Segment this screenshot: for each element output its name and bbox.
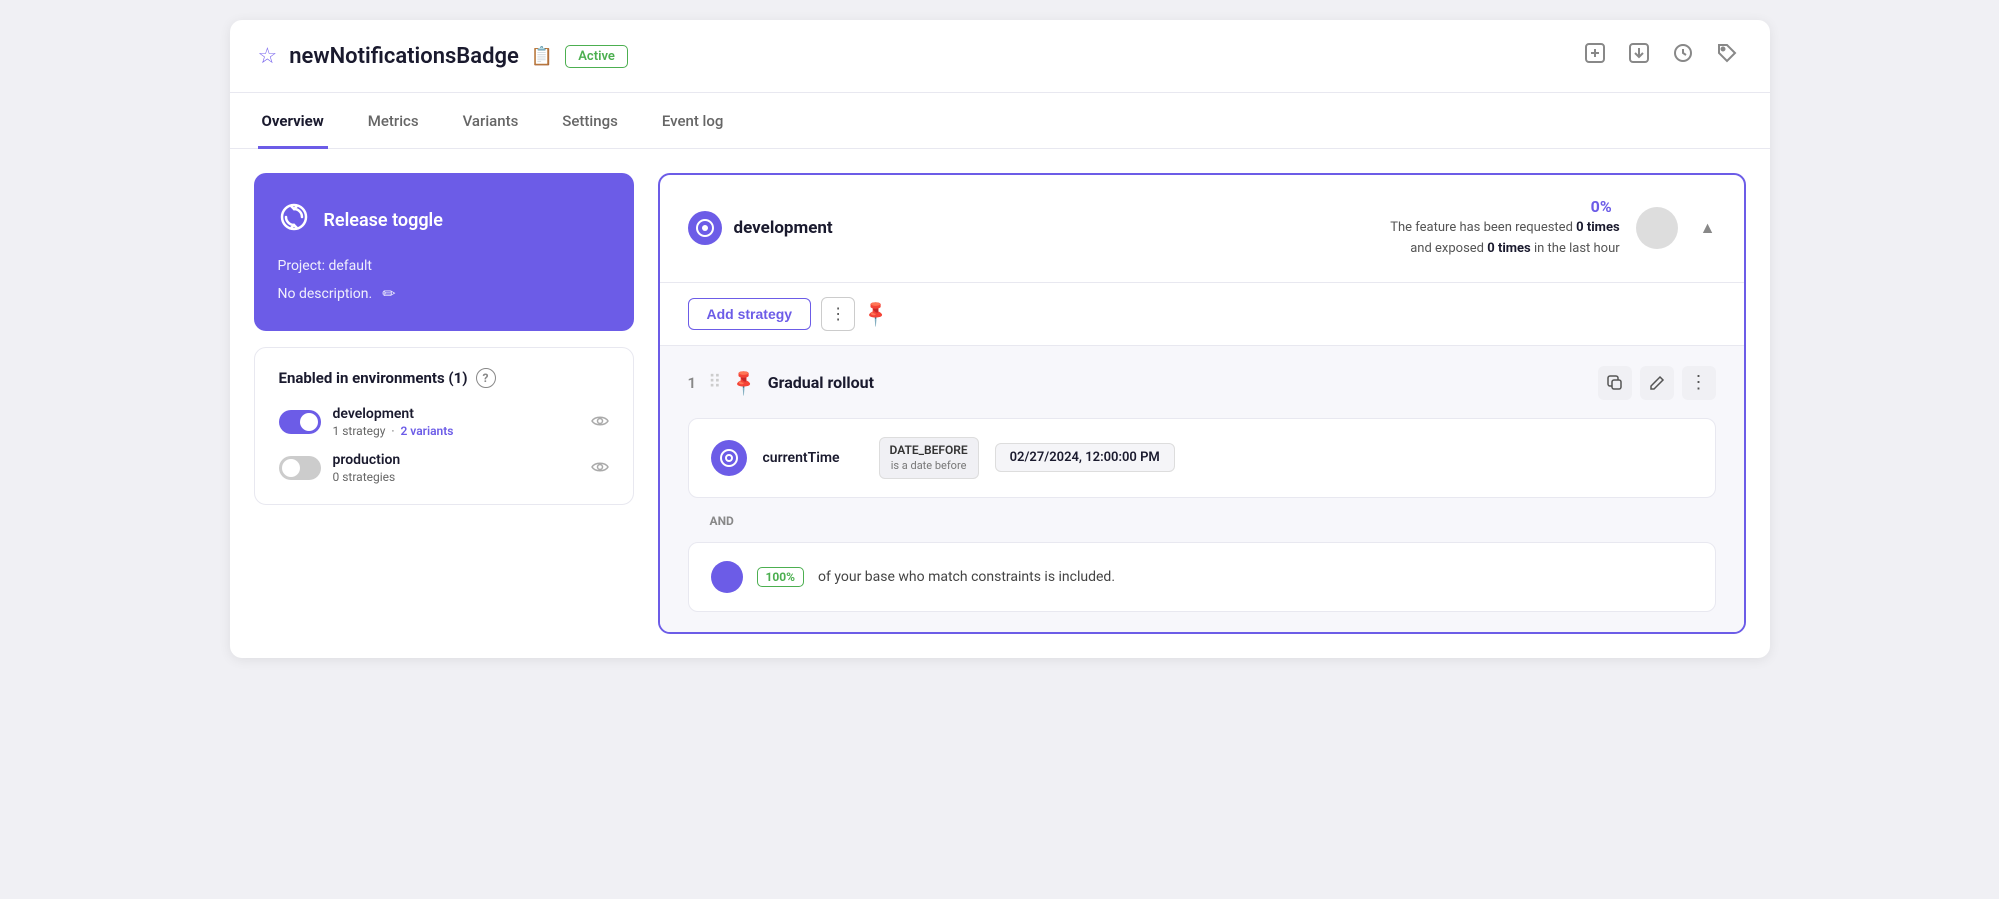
header-actions <box>1580 38 1742 74</box>
release-description: No description. ✏ <box>278 284 610 303</box>
development-toggle[interactable] <box>279 410 321 434</box>
percent-label: 0% <box>1591 197 1612 216</box>
list-item: production 0 strategies <box>279 452 609 484</box>
env-meta-production: 0 strategies <box>333 470 579 484</box>
release-title: Release toggle <box>324 210 443 231</box>
help-icon[interactable]: ? <box>476 368 496 388</box>
avatar <box>1636 207 1678 249</box>
tab-metrics[interactable]: Metrics <box>364 94 423 149</box>
left-panel: Release toggle Project: default No descr… <box>254 173 634 505</box>
pin-icon: 📌 <box>861 298 892 329</box>
edit-description-icon[interactable]: ✏ <box>382 284 395 303</box>
strategy-name: Gradual rollout <box>768 373 1586 392</box>
rollout-text: of your base who match constraints is in… <box>818 569 1115 585</box>
release-card-header: Release toggle <box>278 201 610 240</box>
feature-name: newNotificationsBadge <box>289 44 519 69</box>
environments-title: Enabled in environments (1) ? <box>279 368 609 388</box>
env-section-name: development <box>734 218 1379 238</box>
right-panel: development 0% The feature has been requ… <box>658 173 1746 634</box>
strategy-pin-icon: 📌 <box>729 367 760 398</box>
eye-icon-development[interactable] <box>591 413 609 432</box>
release-card: Release toggle Project: default No descr… <box>254 173 634 331</box>
env-icon <box>688 211 722 245</box>
constraint-operator: DATE_BEFORE is a date before <box>879 437 979 479</box>
main-card: ☆ newNotificationsBadge 📋 Active <box>230 20 1770 658</box>
header: ☆ newNotificationsBadge 📋 Active <box>230 20 1770 93</box>
env-name-production: production <box>333 452 579 468</box>
production-toggle[interactable] <box>279 456 321 480</box>
tab-overview[interactable]: Overview <box>258 94 328 149</box>
constraint-value: 02/27/2024, 12:00:00 PM <box>995 443 1175 472</box>
eye-icon-production[interactable] <box>591 459 609 478</box>
and-label: AND <box>688 510 1716 532</box>
body: Release toggle Project: default No descr… <box>230 149 1770 658</box>
drag-icon[interactable]: ⠿ <box>708 372 721 393</box>
env-section-header: development 0% The feature has been requ… <box>660 175 1744 283</box>
history-button[interactable] <box>1668 38 1698 74</box>
download-button[interactable] <box>1624 38 1654 74</box>
header-left: ☆ newNotificationsBadge 📋 Active <box>258 44 1566 69</box>
strategy-header: 1 ⠿ 📌 Gradual rollout <box>688 366 1716 400</box>
tab-event-log[interactable]: Event log <box>658 94 728 149</box>
list-item: development 1 strategy · 2 variants <box>279 406 609 438</box>
env-info-production: production 0 strategies <box>333 452 579 484</box>
environments-card: Enabled in environments (1) ? developmen… <box>254 347 634 505</box>
status-badge: Active <box>565 45 628 68</box>
strategy-number: 1 <box>688 374 697 392</box>
release-toggle-icon <box>278 201 310 240</box>
constraint-field: currentTime <box>763 450 863 466</box>
action-row: Add strategy ⋮ 📌 <box>660 283 1744 345</box>
add-strategy-button[interactable]: Add strategy <box>688 298 812 330</box>
env-info-development: development 1 strategy · 2 variants <box>333 406 579 438</box>
copy-icon[interactable]: 📋 <box>531 46 553 67</box>
copy-strategy-button[interactable] <box>1598 366 1632 400</box>
env-meta-development: 1 strategy · 2 variants <box>333 424 579 438</box>
add-button[interactable] <box>1580 38 1610 74</box>
strategy-more-button[interactable]: ⋮ <box>1682 366 1716 400</box>
rollout-percentage: 100% <box>757 567 805 587</box>
strategy-section: 1 ⠿ 📌 Gradual rollout <box>660 345 1744 632</box>
tag-button[interactable] <box>1712 38 1742 74</box>
chevron-up-icon[interactable]: ▲ <box>1700 218 1716 238</box>
edit-strategy-button[interactable] <box>1640 366 1674 400</box>
star-icon[interactable]: ☆ <box>258 44 278 69</box>
variants-link[interactable]: 2 variants <box>400 424 453 438</box>
rollout-card: 100% of your base who match constraints … <box>688 542 1716 612</box>
constraint-card: currentTime DATE_BEFORE is a date before… <box>688 418 1716 498</box>
tab-variants[interactable]: Variants <box>459 94 523 149</box>
release-project: Project: default <box>278 258 610 274</box>
tabs: Overview Metrics Variants Settings Event… <box>230 93 1770 149</box>
constraint-icon <box>711 440 747 476</box>
env-stats: The feature has been requested 0 times a… <box>1390 218 1619 260</box>
tab-settings[interactable]: Settings <box>558 94 622 149</box>
rollout-dot <box>711 561 743 593</box>
env-name-development: development <box>333 406 579 422</box>
strategy-actions: ⋮ <box>1598 366 1716 400</box>
more-options-button[interactable]: ⋮ <box>821 297 855 331</box>
